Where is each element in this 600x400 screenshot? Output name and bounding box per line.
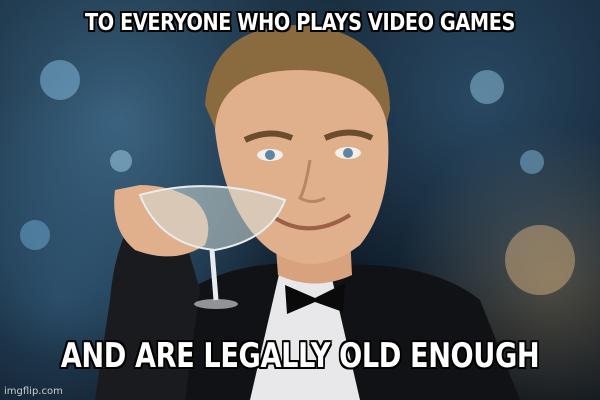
top-caption: TO EVERYONE WHO PLAYS VIDEO GAMES — [85, 10, 515, 36]
meme-image: TO EVERYONE WHO PLAYS VIDEO GAMES AND AR… — [0, 0, 600, 400]
bottom-caption: AND ARE LEGALLY OLD ENOUGH — [60, 336, 540, 376]
watermark: imgflip.com — [4, 386, 63, 397]
